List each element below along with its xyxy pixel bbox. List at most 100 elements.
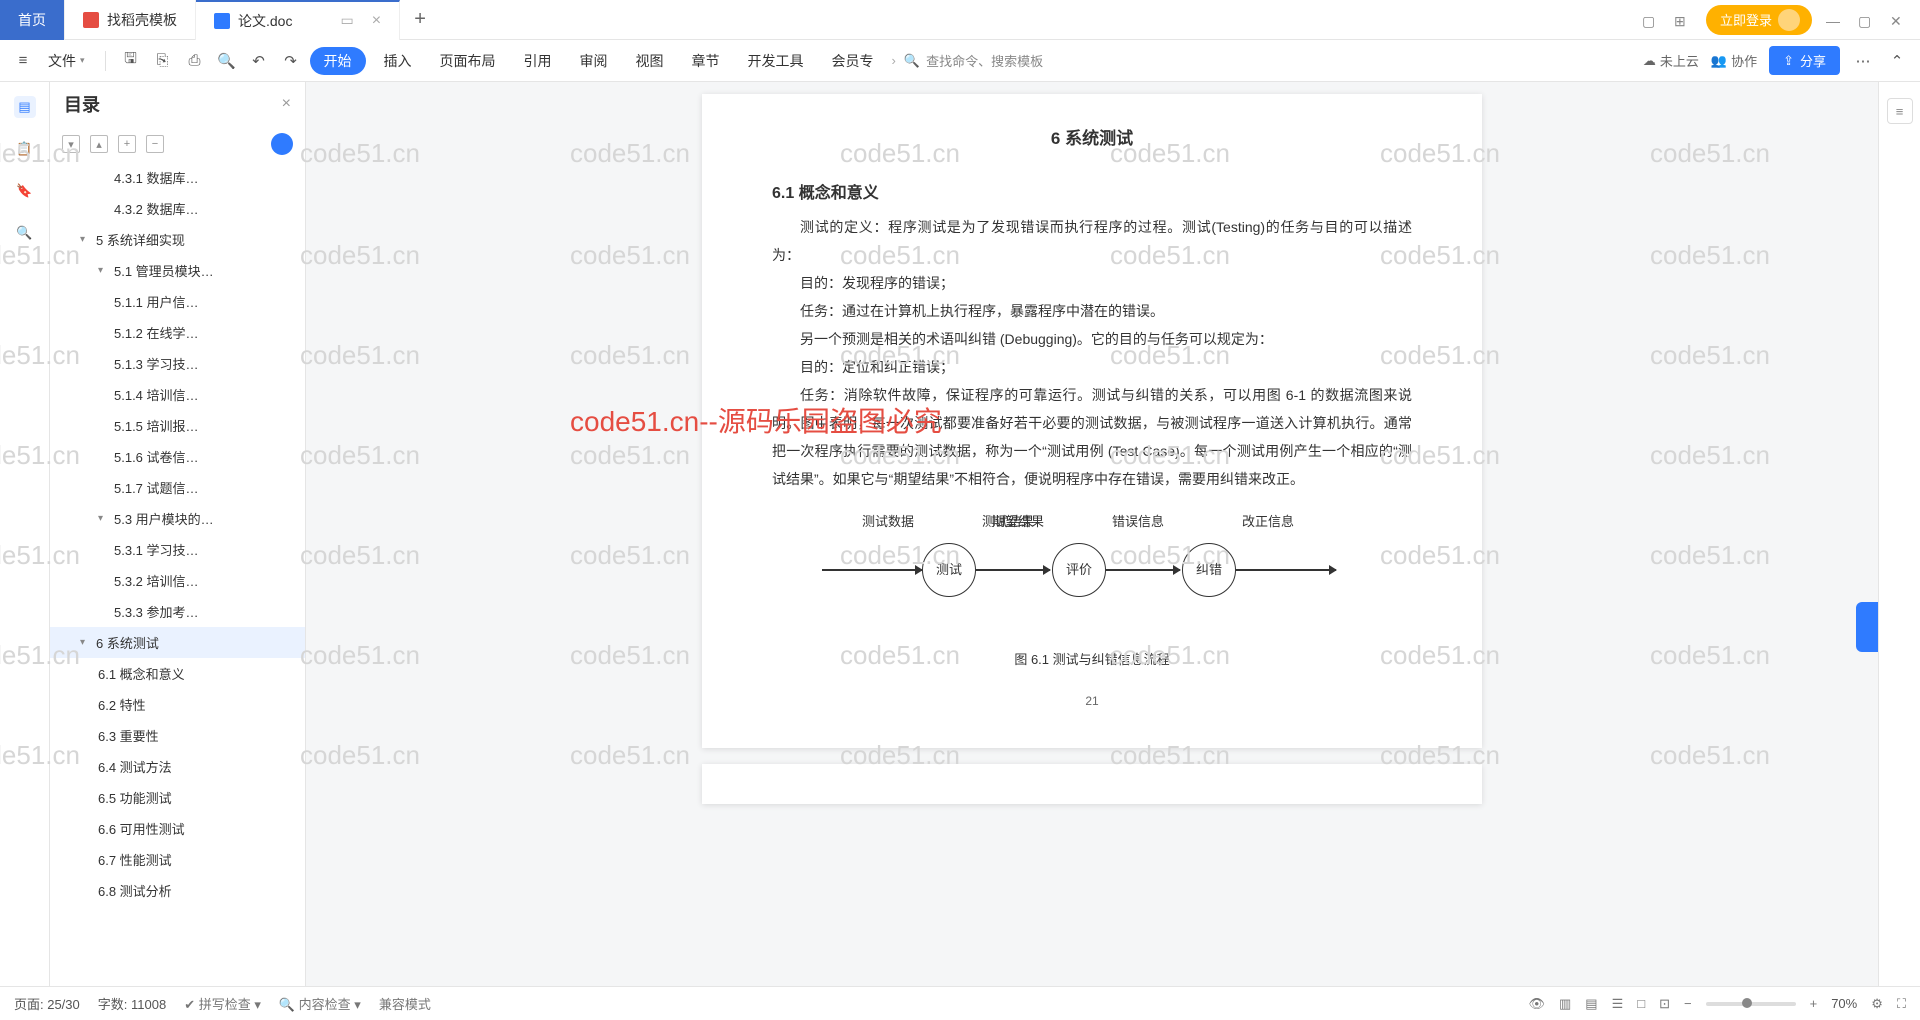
view2-icon[interactable]: ▤ xyxy=(1585,996,1597,1012)
ribbon-overflow-icon[interactable]: › xyxy=(892,53,896,68)
zoom-value[interactable]: 70% xyxy=(1831,996,1857,1011)
menu-start[interactable]: 开始 xyxy=(310,47,366,75)
outline-item[interactable]: 5.1.7 试题信… xyxy=(50,472,305,503)
menu-member[interactable]: 会员专 xyxy=(822,47,884,75)
outline-item[interactable]: 5.3.3 参加考… xyxy=(50,596,305,627)
outline-item[interactable]: ▾6 系统测试 xyxy=(50,627,305,658)
content-check[interactable]: 🔍 内容检查 ▾ xyxy=(279,994,361,1013)
outline-item[interactable]: 4.3.2 数据库… xyxy=(50,193,305,224)
outline-item[interactable]: ▾5.3 用户模块的… xyxy=(50,503,305,534)
page-count[interactable]: 页面: 25/30 xyxy=(14,994,80,1013)
menu-insert[interactable]: 插入 xyxy=(374,47,422,75)
outline-item-label: 6.2 特性 xyxy=(98,695,146,714)
tab-close-icon[interactable]: × xyxy=(372,12,381,30)
right-menu-icon[interactable]: ≡ xyxy=(1887,98,1913,124)
tab-home[interactable]: 首页 xyxy=(0,0,65,40)
side-tab[interactable] xyxy=(1856,602,1878,652)
login-button[interactable]: 立即登录 xyxy=(1706,5,1812,35)
close-icon[interactable]: ✕ xyxy=(1890,13,1908,27)
cloud-status[interactable]: ☁未上云 xyxy=(1643,51,1699,70)
outline-item[interactable]: 6.2 特性 xyxy=(50,689,305,720)
outline-item[interactable]: 5.1.6 试卷信… xyxy=(50,441,305,472)
paragraph: 目的：定位和纠正错误； xyxy=(772,353,1412,381)
view4-icon[interactable]: □ xyxy=(1637,996,1645,1011)
outline-icon[interactable]: ▤ xyxy=(14,96,36,118)
spell-check[interactable]: ✔ 拼写检查 ▾ xyxy=(184,994,261,1013)
menu-view[interactable]: 视图 xyxy=(626,47,674,75)
fullscreen-icon[interactable]: ⛶ xyxy=(1897,996,1906,1012)
clipboard-icon[interactable]: 📋 xyxy=(14,138,36,160)
export-icon[interactable]: ⎘ xyxy=(152,50,174,72)
outline-item[interactable]: ▾5 系统详细实现 xyxy=(50,224,305,255)
outline-item[interactable]: 6.8 测试分析 xyxy=(50,875,305,906)
outline-item[interactable]: 5.1.5 培训报… xyxy=(50,410,305,441)
expand-all-icon[interactable]: ▴ xyxy=(90,135,108,153)
view1-icon[interactable]: ▥ xyxy=(1559,996,1571,1012)
outline-item[interactable]: 4.3.1 数据库… xyxy=(50,162,305,193)
cloud-icon: ☁ xyxy=(1643,53,1656,69)
zoom-slider[interactable] xyxy=(1706,1002,1796,1006)
share-icon: ⇪ xyxy=(1783,53,1794,69)
file-menu[interactable]: 文件▾ xyxy=(42,51,91,71)
compat-mode[interactable]: 兼容模式 xyxy=(379,994,431,1013)
grid-icon[interactable]: ⊞ xyxy=(1674,13,1692,27)
bookmark-icon[interactable]: 🔖 xyxy=(14,180,36,202)
minimize-icon[interactable]: ― xyxy=(1826,13,1844,27)
outline-item[interactable]: 5.3.2 培训信… xyxy=(50,565,305,596)
outline-item[interactable]: 6.7 性能测试 xyxy=(50,844,305,875)
view3-icon[interactable]: ☰ xyxy=(1612,996,1624,1012)
outline-item[interactable]: 6.3 重要性 xyxy=(50,720,305,751)
settings-icon[interactable]: ⚙ xyxy=(1871,996,1883,1012)
add-heading-icon[interactable]: + xyxy=(118,135,136,153)
zoom-in-icon[interactable]: + xyxy=(1810,996,1818,1011)
word-count[interactable]: 字数: 11008 xyxy=(98,994,166,1013)
menu-reference[interactable]: 引用 xyxy=(514,47,562,75)
outline-item[interactable]: 6.5 功能测试 xyxy=(50,782,305,813)
share-button[interactable]: ⇪分享 xyxy=(1769,46,1840,75)
chevron-icon: ▾ xyxy=(98,265,110,276)
menu-icon[interactable]: ≡ xyxy=(12,50,34,72)
maximize-icon[interactable]: ▢ xyxy=(1858,13,1876,27)
remove-heading-icon[interactable]: − xyxy=(146,135,164,153)
menu-review[interactable]: 审阅 xyxy=(570,47,618,75)
outline-item[interactable]: ▾5.1 管理员模块… xyxy=(50,255,305,286)
window-split-icon[interactable]: ▭ xyxy=(340,12,353,29)
find-icon[interactable]: 🔍 xyxy=(14,222,36,244)
menu-section[interactable]: 章节 xyxy=(682,47,730,75)
menu-dev[interactable]: 开发工具 xyxy=(738,47,814,75)
zoom-fit-icon[interactable]: ⊡ xyxy=(1659,996,1670,1012)
ribbon-more-icon[interactable]: ⋯ xyxy=(1852,50,1874,72)
save-icon[interactable]: 🖫 xyxy=(120,50,142,72)
new-tab-button[interactable]: + xyxy=(400,8,440,31)
outline-toolbar: ▾ ▴ + − xyxy=(50,126,305,162)
outline-item[interactable]: 5.1.1 用户信… xyxy=(50,286,305,317)
outline-item[interactable]: 6.1 概念和意义 xyxy=(50,658,305,689)
command-search[interactable]: 🔍查找命令、搜索模板 xyxy=(904,51,1043,70)
zoom-out-icon[interactable]: − xyxy=(1684,996,1692,1011)
outline-item[interactable]: 5.3.1 学习技… xyxy=(50,534,305,565)
print-icon[interactable]: ⎙ xyxy=(184,50,206,72)
outline-item-label: 6.1 概念和意义 xyxy=(98,664,185,683)
outline-item-label: 6.4 测试方法 xyxy=(98,757,172,776)
preview-icon[interactable]: 🔍 xyxy=(216,50,238,72)
redo-icon[interactable]: ↷ xyxy=(280,50,302,72)
outline-item[interactable]: 6.6 可用性测试 xyxy=(50,813,305,844)
diagram-label: 测试数据 xyxy=(862,511,914,530)
outline-item-label: 6 系统测试 xyxy=(96,633,159,652)
outline-item[interactable]: 5.1.4 培训信… xyxy=(50,379,305,410)
layout-icon[interactable]: ▢ xyxy=(1642,13,1660,27)
undo-icon[interactable]: ↶ xyxy=(248,50,270,72)
outline-badge[interactable] xyxy=(271,133,293,155)
tab-document[interactable]: 论文.doc ▭ × xyxy=(196,0,400,40)
outline-close-icon[interactable]: × xyxy=(282,95,291,113)
collapse-all-icon[interactable]: ▾ xyxy=(62,135,80,153)
outline-item[interactable]: 5.1.2 在线学… xyxy=(50,317,305,348)
tab-template[interactable]: 找稻壳模板 xyxy=(65,0,196,40)
collab-button[interactable]: 👥协作 xyxy=(1711,51,1757,70)
eye-icon[interactable]: 👁 xyxy=(1528,996,1545,1012)
outline-item[interactable]: 5.1.3 学习技… xyxy=(50,348,305,379)
menu-layout[interactable]: 页面布局 xyxy=(430,47,506,75)
outline-item[interactable]: 6.4 测试方法 xyxy=(50,751,305,782)
document-area[interactable]: 📄 6 系统测试 6.1 概念和意义 测试的定义：程序测试是为了发现错误而执行程… xyxy=(306,82,1878,986)
ribbon-collapse-icon[interactable]: ⌃ xyxy=(1886,50,1908,72)
